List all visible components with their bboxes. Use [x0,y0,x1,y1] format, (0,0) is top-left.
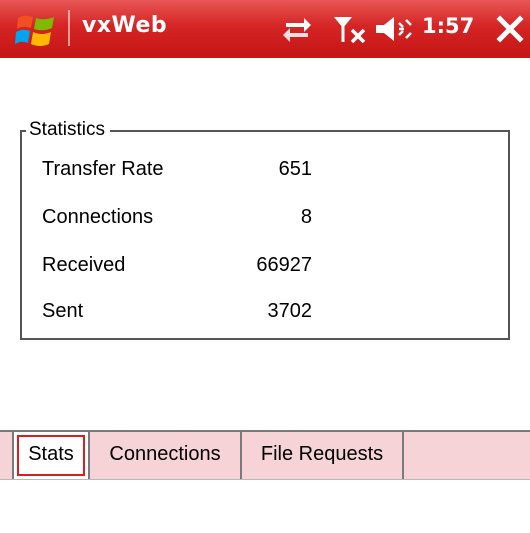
stat-row-received: Received 66927 [42,254,312,282]
device-screen: vxWeb 1:57 Statistics Transfer Rate 651 … [0,0,530,533]
sync-arrows-icon[interactable] [282,14,312,48]
no-signal-antenna-icon[interactable] [332,14,368,50]
tab-strip: Stats Connections File Requests [0,430,530,480]
windows-flag-icon [15,15,54,46]
close-button[interactable] [493,10,527,48]
title-separator [68,10,70,46]
tab-stats[interactable]: Stats [12,432,90,479]
speaker-volume-icon[interactable] [374,14,414,48]
tab-file-requests[interactable]: File Requests [242,432,404,479]
tab-label: File Requests [260,443,384,465]
tab-label: Stats [28,443,74,465]
statistics-group-title: Statistics [26,119,111,141]
stat-value: 3702 [267,300,313,322]
stat-row-sent: Sent 3702 [42,300,312,328]
stat-label: Transfer Rate [42,158,164,180]
app-title: vxWeb [82,13,168,38]
close-icon [496,15,524,43]
clock[interactable]: 1:57 [422,14,474,38]
stat-label: Connections [42,206,154,228]
stat-value: 8 [300,206,312,228]
stat-label: Sent [42,300,84,322]
title-bar: vxWeb 1:57 [0,0,530,58]
stat-row-transfer-rate: Transfer Rate 651 [42,158,312,186]
tab-label: Connections [109,443,221,465]
stat-value: 651 [278,158,312,180]
stat-row-connections: Connections 8 [42,206,312,234]
stat-label: Received [42,254,126,276]
stat-value: 66927 [256,254,312,276]
start-button[interactable] [14,10,58,50]
tab-connections[interactable]: Connections [90,432,242,479]
